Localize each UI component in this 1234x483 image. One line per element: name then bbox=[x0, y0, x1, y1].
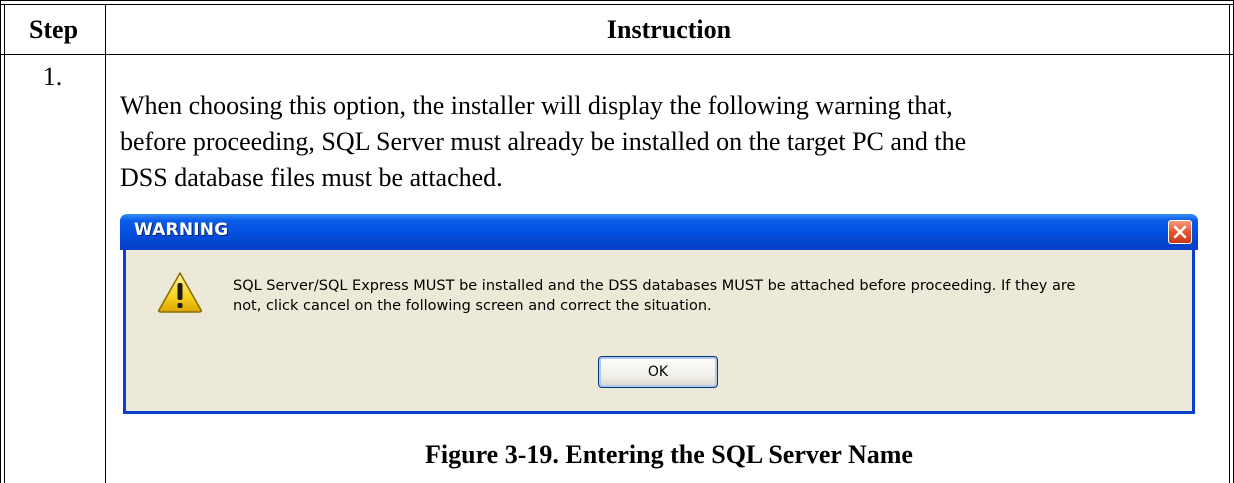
dialog-message: SQL Server/SQL Express MUST be installed… bbox=[233, 276, 1183, 316]
ok-button[interactable]: OK bbox=[598, 356, 718, 388]
warning-icon bbox=[158, 272, 202, 313]
dialog-message-line: SQL Server/SQL Express MUST be installed… bbox=[233, 278, 1076, 294]
instruction-text: When choosing this option, the installer… bbox=[120, 88, 1200, 196]
dialog-titlebar[interactable]: WARNING bbox=[120, 214, 1198, 250]
instruction-line: before proceeding, SQL Server must alrea… bbox=[120, 127, 967, 156]
instruction-line: When choosing this option, the installer… bbox=[120, 91, 953, 120]
table-border-right-inner bbox=[1229, 4, 1230, 483]
close-button[interactable] bbox=[1168, 220, 1192, 244]
table-border-top bbox=[0, 0, 1234, 1]
figure-caption: Figure 3-19. Entering the SQL Server Nam… bbox=[425, 440, 913, 469]
table-border-top-inner bbox=[0, 4, 1234, 5]
header-step: Step bbox=[28, 15, 79, 44]
header-divider bbox=[0, 54, 1234, 55]
dialog-message-line: not, click cancel on the following scree… bbox=[233, 298, 712, 314]
close-icon bbox=[1173, 225, 1187, 239]
warning-dialog: SQL Server/SQL Express MUST be installed… bbox=[123, 250, 1195, 414]
instruction-line: DSS database files must be attached. bbox=[120, 163, 503, 192]
step-number: 1. bbox=[42, 62, 63, 91]
header-instruction: Instruction bbox=[606, 15, 732, 44]
column-divider bbox=[105, 4, 106, 483]
dialog-title: WARNING bbox=[134, 220, 229, 240]
